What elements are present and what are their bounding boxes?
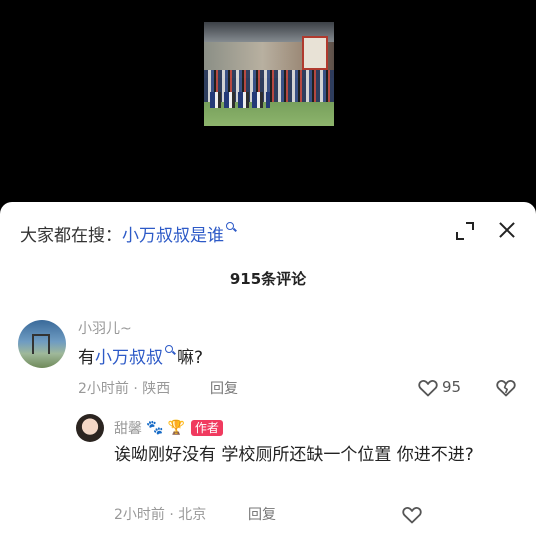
search-icon[interactable] bbox=[165, 344, 177, 357]
video-area[interactable] bbox=[0, 0, 536, 202]
comment-username[interactable]: 小羽儿~ bbox=[78, 318, 132, 338]
reply-button[interactable]: 回复 bbox=[210, 378, 238, 398]
paw-icon: 🐾 bbox=[146, 420, 164, 436]
search-prefix: 大家都在搜： bbox=[20, 225, 122, 246]
comment-meta: 2小时前 · 陕西 bbox=[78, 381, 171, 397]
like-count: 95 bbox=[442, 378, 462, 396]
search-icon-handle bbox=[172, 350, 176, 355]
search-icon[interactable] bbox=[226, 222, 238, 234]
comment-count: 915条评论 bbox=[229, 270, 307, 288]
broken-heart-icon[interactable] bbox=[496, 379, 516, 397]
reply-button[interactable]: 回复 bbox=[248, 504, 276, 524]
search-icon-handle bbox=[233, 227, 237, 232]
close-icon[interactable] bbox=[496, 219, 518, 241]
author-badge: 作者 bbox=[190, 420, 223, 436]
avatar[interactable] bbox=[18, 320, 66, 368]
avatar[interactable] bbox=[76, 414, 104, 442]
thumbnail-kids bbox=[210, 92, 270, 108]
comment-text: 诶呦刚好没有 学校厕所还缺一个位置 你进不进? bbox=[114, 445, 474, 465]
thumbnail-banner bbox=[302, 36, 328, 70]
comment-search-link[interactable]: 小万叔叔 bbox=[95, 343, 163, 368]
search-suggestion[interactable]: 大家都在搜： 小万叔叔是谁 bbox=[20, 220, 238, 246]
search-term-link[interactable]: 小万叔叔是谁 bbox=[122, 221, 224, 246]
avatar-swing-shape bbox=[32, 334, 50, 354]
comment-sheet: 大家都在搜： 小万叔叔是谁 915条评论 小羽儿~ 有 小万叔叔 嘛? 2小时前… bbox=[0, 202, 536, 536]
comment-text-after: 嘛? bbox=[177, 348, 204, 368]
comment-username[interactable]: 甜馨 bbox=[114, 418, 142, 438]
expand-icon[interactable] bbox=[456, 222, 474, 240]
heart-icon[interactable] bbox=[402, 506, 422, 524]
expand-icon-corner-top bbox=[466, 222, 474, 230]
comment-text: 有 小万叔叔 嘛? bbox=[78, 343, 203, 368]
expand-icon-corner-bottom bbox=[456, 232, 464, 240]
heart-icon[interactable] bbox=[418, 379, 438, 397]
video-thumbnail[interactable] bbox=[204, 22, 334, 126]
comment-text-before: 有 bbox=[78, 348, 95, 368]
comment-username-row: 甜馨 🐾 🏆 作者 bbox=[114, 418, 223, 438]
comment-meta: 2小时前 · 北京 bbox=[114, 507, 207, 523]
trophy-icon: 🏆 bbox=[167, 420, 185, 436]
